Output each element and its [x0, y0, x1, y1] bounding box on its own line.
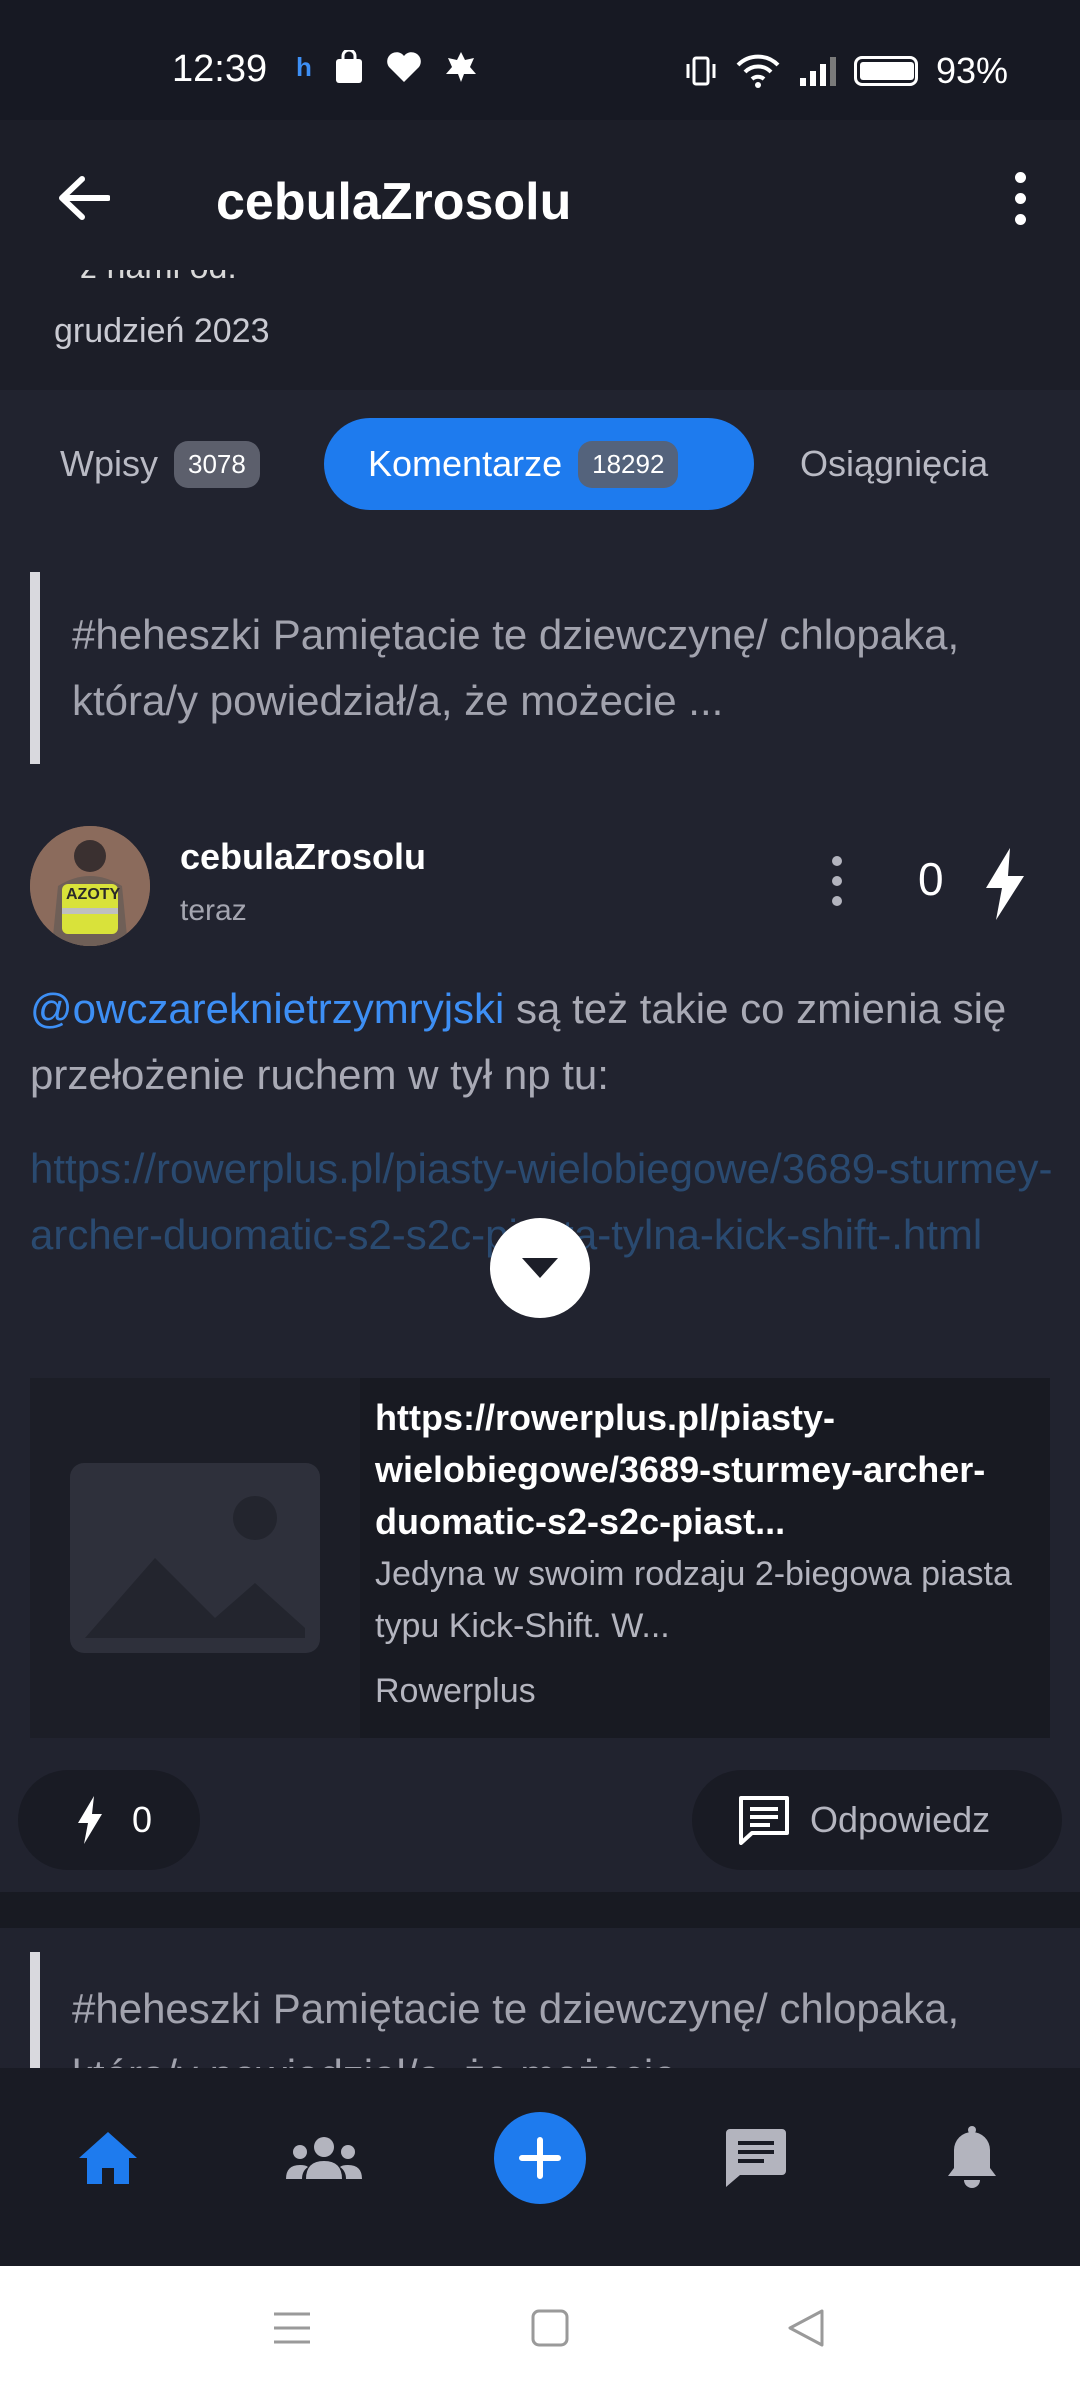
- people-icon: [286, 2137, 362, 2179]
- status-icons-left: h: [296, 50, 478, 84]
- nav-messages[interactable]: [706, 2108, 806, 2208]
- reply-label: Odpowiedz: [810, 1799, 991, 1840]
- comment-body: @owczareknietrzymryjski są też takie co …: [30, 976, 1060, 1108]
- preview-description: Jedyna w swoim rodzaju 2-biegowa piasta …: [375, 1555, 1012, 1645]
- system-navigation-bar: [0, 2266, 1080, 2400]
- comment-icon: [739, 1796, 789, 1845]
- nav-home[interactable]: [58, 2108, 158, 2208]
- menu-lines-icon: [274, 2312, 310, 2344]
- add-post-button[interactable]: [494, 2112, 586, 2204]
- nav-notifications[interactable]: [922, 2108, 1022, 2208]
- app-bar: cebulaZrosolu: [0, 120, 1080, 270]
- upvote-button[interactable]: [980, 848, 1028, 925]
- back-system-button[interactable]: [786, 2308, 826, 2353]
- user-mention-link[interactable]: @owczareknietrzymryjski: [30, 985, 504, 1032]
- h-icon: h: [296, 51, 312, 82]
- more-options-button[interactable]: [1000, 172, 1040, 232]
- vibrate-icon: [686, 56, 716, 86]
- divider: [0, 1892, 1080, 1928]
- entry-quote[interactable]: #heheszki Pamiętacie te dziewczynę/ chlo…: [30, 1952, 1030, 2072]
- preview-title: https://rowerplus.pl/piasty-wielobiegowe…: [375, 1397, 986, 1542]
- back-button[interactable]: [44, 166, 124, 230]
- home-icon: [79, 2132, 137, 2184]
- status-icons-right: 93%: [684, 50, 1008, 92]
- entry-quote-text: #heheszki Pamiętacie te dziewczynę/ chlo…: [72, 611, 960, 724]
- caret-down-icon: [522, 1258, 558, 1278]
- link-preview-card[interactable]: https://rowerplus.pl/piasty-wielobiegowe…: [30, 1378, 1050, 1738]
- wifi-icon: [736, 54, 780, 88]
- tab-wpisy[interactable]: Wpisy 3078: [60, 418, 260, 510]
- square-icon: [531, 2309, 569, 2347]
- status-bar: 12:39 h 93%: [0, 0, 1080, 120]
- battery-icon: [853, 56, 918, 86]
- bell-icon: [948, 2126, 996, 2188]
- tab-label: Osiągnięcia: [800, 443, 989, 484]
- tab-komentarze[interactable]: Komentarze 18292: [324, 418, 754, 510]
- tab-label: Komentarze: [368, 443, 563, 484]
- entry-quote[interactable]: #heheszki Pamiętacie te dziewczynę/ chlo…: [30, 572, 1030, 764]
- comment-more-button[interactable]: [832, 856, 842, 906]
- tab-label: Wpisy: [60, 443, 158, 484]
- comment-author[interactable]: cebulaZrosolu: [180, 836, 426, 878]
- triangle-back-icon: [788, 2309, 824, 2347]
- member-since-label: z nami od:: [80, 270, 237, 287]
- signal-icon: [799, 57, 836, 86]
- vote-count: 0: [132, 1799, 153, 1840]
- plus-icon: [519, 2137, 561, 2179]
- profile-header: z nami od: grudzień 2023: [0, 270, 1080, 390]
- more-vertical-icon: [1000, 172, 1040, 225]
- heart-icon: [387, 52, 421, 82]
- profile-tabs: Wpisy 3078 Komentarze 18292 Osiągnięcia: [0, 418, 1080, 510]
- arrow-left-icon: [59, 176, 110, 220]
- preview-thumbnail: [30, 1378, 360, 1738]
- avatar-label: AZOTY: [66, 886, 121, 903]
- avatar[interactable]: AZOTY: [30, 826, 150, 946]
- bottom-navigation: [0, 2068, 1080, 2266]
- more-vertical-icon: [832, 856, 842, 906]
- comment-score: 0: [918, 853, 944, 905]
- lightning-icon: [78, 1796, 102, 1844]
- entry-quote-text: #heheszki Pamiętacie te dziewczynę/ chlo…: [72, 1985, 960, 2072]
- leaf-icon: [445, 52, 476, 82]
- lightning-icon: [986, 848, 1024, 920]
- reply-button[interactable]: Odpowiedz: [692, 1770, 1062, 1870]
- tab-count-badge: 3078: [174, 440, 260, 488]
- image-placeholder-icon: [70, 1463, 320, 1653]
- chat-icon: [726, 2129, 786, 2187]
- expand-button[interactable]: [490, 1218, 590, 1318]
- battery-percent: 93%: [935, 50, 1008, 91]
- status-time: 12:39: [172, 48, 268, 90]
- shopping-bag-icon: [335, 50, 362, 83]
- page-title: cebulaZrosolu: [216, 173, 572, 231]
- recent-apps-button[interactable]: [272, 2308, 312, 2353]
- tab-osiagniecia[interactable]: Osiągnięcia: [800, 418, 988, 510]
- preview-source: Rowerplus: [375, 1672, 536, 1710]
- member-since-date: grudzień 2023: [54, 312, 270, 350]
- comment-time: teraz: [180, 894, 247, 927]
- vote-button[interactable]: 0: [18, 1770, 200, 1870]
- home-system-button[interactable]: [530, 2308, 570, 2353]
- tab-count-badge: 18292: [578, 440, 679, 488]
- nav-community[interactable]: [274, 2108, 374, 2208]
